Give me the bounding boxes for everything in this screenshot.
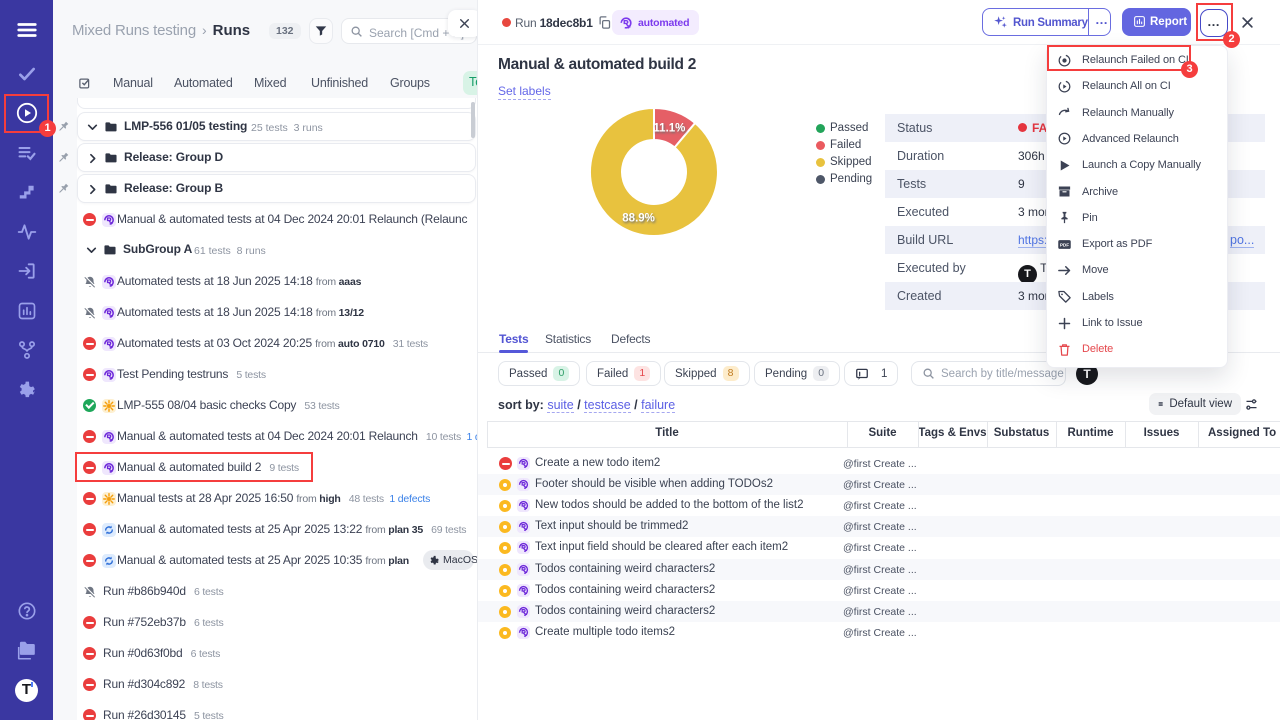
svg-text:PDF: PDF: [1060, 242, 1069, 247]
svg-text:88.9%: 88.9%: [622, 213, 655, 225]
svg-text:11.1%: 11.1%: [653, 123, 685, 135]
